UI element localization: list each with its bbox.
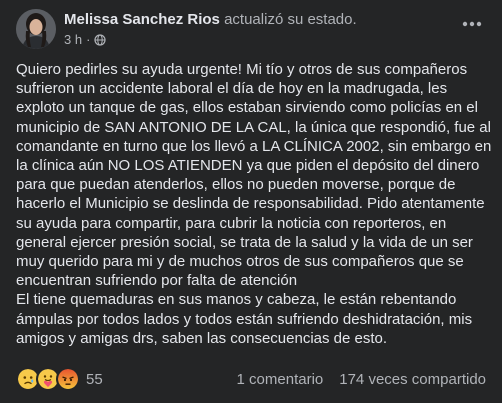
comments-count[interactable]: 1 comentario — [237, 371, 324, 388]
shares-count[interactable]: 174 veces compartido — [339, 371, 486, 388]
post-timestamp[interactable]: 3 h — [64, 32, 82, 48]
post-footer: 55 1 comentario 174 veces compartido — [16, 367, 486, 391]
author-name[interactable]: Melissa Sanchez Rios — [64, 11, 220, 28]
avatar[interactable] — [16, 9, 56, 49]
reaction-icons — [16, 367, 80, 391]
post-stats: 1 comentario 174 veces compartido — [237, 371, 486, 388]
angry-reaction-icon — [56, 367, 80, 391]
status-post: Melissa Sanchez Rios actualizó su estado… — [0, 0, 502, 403]
post-action-text: actualizó su estado. — [224, 11, 357, 28]
more-options-button[interactable] — [460, 12, 484, 36]
globe-icon — [94, 34, 107, 46]
post-meta: 3 h · — [64, 32, 107, 48]
avatar-image — [16, 9, 56, 49]
reaction-count: 55 — [86, 370, 103, 388]
post-body-text: Quiero pedirles su ayuda urgente! Mi tío… — [16, 61, 492, 347]
post-header: Melissa Sanchez Rios actualizó su estado… — [64, 11, 357, 29]
meta-separator: · — [86, 32, 91, 47]
more-options-icon — [462, 21, 482, 27]
reactions-summary[interactable]: 55 — [16, 367, 103, 391]
